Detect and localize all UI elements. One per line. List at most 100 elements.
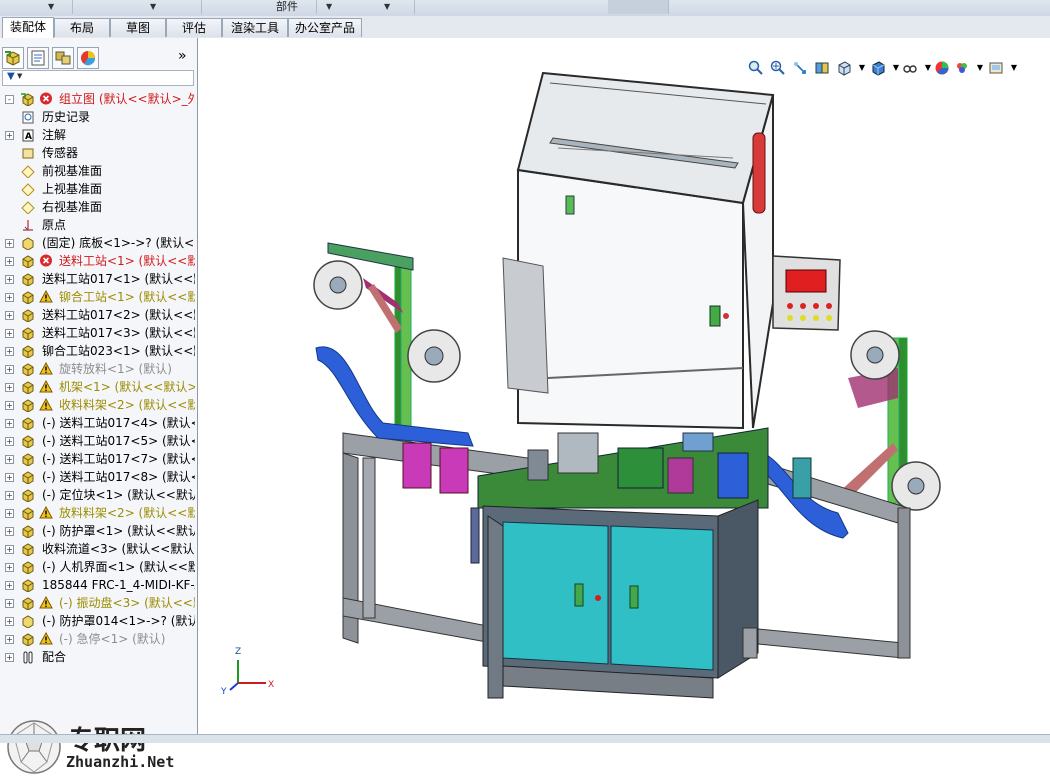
tree-expand-toggle[interactable]: + bbox=[5, 401, 14, 410]
watermark-url: Zhuanzhi.Net bbox=[66, 753, 175, 771]
tab-layout[interactable]: 布局 bbox=[54, 18, 110, 37]
tree-item[interactable]: + 送料工站017<3> (默认<<默 bbox=[0, 324, 195, 342]
tree-item[interactable]: + (-) 防护罩014<1>->? (默认 bbox=[0, 612, 195, 630]
tree-item[interactable]: + (固定) 底板<1>->? (默认<< bbox=[0, 234, 195, 252]
feature-manager-tab[interactable] bbox=[2, 47, 24, 69]
tree-expand-toggle[interactable]: + bbox=[5, 293, 14, 302]
tree-expand-toggle[interactable]: + bbox=[5, 545, 14, 554]
tree-item-label: 铆合工站<1> (默认<<默认 bbox=[59, 290, 195, 304]
tree-item[interactable]: + (-) 送料工站017<5> (默认< bbox=[0, 432, 195, 450]
tree-item[interactable]: + 送料工站017<1> (默认<<默 bbox=[0, 270, 195, 288]
left-reel-stand[interactable] bbox=[313, 242, 461, 444]
tree-item[interactable]: 上视基准面 bbox=[0, 180, 195, 198]
tree-item[interactable]: + (-) 定位块<1> (默认<<默认 bbox=[0, 486, 195, 504]
tree-item[interactable]: 原点 bbox=[0, 216, 195, 234]
tree-item[interactable]: + (-) 人机界面<1> (默认<<默 bbox=[0, 558, 195, 576]
tree-item[interactable]: + 放料料架<2> (默认<<默认 bbox=[0, 504, 195, 522]
tree-item-label: (-) 防护罩014<1>->? (默认 bbox=[42, 614, 195, 628]
tree-item[interactable]: + (-) 送料工站017<8> (默认< bbox=[0, 468, 195, 486]
toolbar-segment[interactable] bbox=[61, 0, 202, 14]
tree-expand-toggle[interactable]: + bbox=[5, 473, 14, 482]
zhuanzhi-watermark: 专职网 Zhuanzhi.Net bbox=[4, 718, 194, 776]
tree-item[interactable]: + 收料料架<2> (默认<<默认 bbox=[0, 396, 195, 414]
tree-item[interactable]: + 机架<1> (默认<<默认>_ bbox=[0, 378, 195, 396]
tree-expand-toggle[interactable]: + bbox=[5, 527, 14, 536]
toolbar-segment-selected[interactable] bbox=[608, 0, 669, 14]
right-reel-stand[interactable] bbox=[838, 330, 941, 511]
tree-item[interactable]: + (-) 急停<1> (默认) bbox=[0, 630, 195, 648]
display-manager-icon bbox=[81, 51, 96, 66]
tree-item[interactable]: + (-) 振动盘<3> (默认<<默 bbox=[0, 594, 195, 612]
graphics-viewport[interactable]: ▼ ▼ ▼ ▼ ▼ Z X Y bbox=[198, 38, 1050, 742]
tree-item[interactable]: 历史记录 bbox=[0, 108, 195, 126]
tree-item[interactable]: 传感器 bbox=[0, 144, 195, 162]
tree-item[interactable]: + 铆合工站<1> (默认<<默认 bbox=[0, 288, 195, 306]
mates-icon bbox=[23, 651, 33, 664]
tree-expand-toggle[interactable]: + bbox=[5, 599, 14, 608]
expand-panel-button[interactable]: » bbox=[178, 48, 187, 64]
chevron-down-icon[interactable]: ▼ bbox=[384, 2, 390, 11]
tree-expand-toggle[interactable]: + bbox=[5, 275, 14, 284]
tab-sketch[interactable]: 草图 bbox=[110, 18, 166, 37]
chevron-down-icon[interactable]: ▼ bbox=[150, 2, 156, 11]
assembly-model-render[interactable]: Z X Y bbox=[198, 38, 1050, 742]
tree-expand-toggle[interactable]: + bbox=[5, 437, 14, 446]
toolbar-segment[interactable] bbox=[412, 0, 615, 14]
tree-expand-toggle[interactable]: + bbox=[5, 455, 14, 464]
chevron-down-icon[interactable]: ▼ bbox=[48, 2, 54, 11]
tree-item[interactable]: 前视基准面 bbox=[0, 162, 195, 180]
display-manager-tab[interactable] bbox=[77, 47, 99, 69]
tree-item[interactable]: +185844 FRC-1_4-MIDI-KF-A bbox=[0, 576, 195, 594]
config-manager-icon bbox=[55, 51, 71, 65]
tree-item[interactable]: + (-) 送料工站017<7> (默认< bbox=[0, 450, 195, 468]
tree-expand-toggle[interactable]: + bbox=[5, 491, 14, 500]
tree-item[interactable]: + 收料流道<3> (默认<<默认> bbox=[0, 540, 195, 558]
tree-item-label: 传感器 bbox=[42, 146, 79, 160]
tree-expand-toggle[interactable]: + bbox=[5, 383, 14, 392]
tree-item[interactable]: + A 注解 bbox=[0, 126, 195, 144]
tree-expand-toggle[interactable]: + bbox=[5, 653, 14, 662]
tree-item[interactable]: + 配合 bbox=[0, 648, 195, 666]
tree-expand-toggle[interactable]: + bbox=[5, 257, 14, 266]
tree-item-label: 历史记录 bbox=[42, 110, 91, 124]
tree-expand-toggle[interactable]: + bbox=[5, 419, 14, 428]
error-icon bbox=[40, 92, 52, 105]
tree-expand-toggle[interactable]: + bbox=[5, 131, 14, 140]
tree-item[interactable]: + 旋转放料<1> (默认) bbox=[0, 360, 195, 378]
tree-expand-toggle[interactable]: + bbox=[5, 635, 14, 644]
tree-item[interactable]: - 组立图 (默认<<默认>_外观 bbox=[0, 90, 195, 108]
tree-item-label: (-) 送料工站017<5> (默认< bbox=[42, 434, 195, 448]
tree-expand-toggle[interactable]: + bbox=[5, 617, 14, 626]
tree-item[interactable]: + 送料工站017<2> (默认<<默 bbox=[0, 306, 195, 324]
tree-expand-toggle[interactable]: + bbox=[5, 311, 14, 320]
tree-item[interactable]: + 送料工站<1> (默认<<默认 bbox=[0, 252, 195, 270]
tree-expand-toggle[interactable]: + bbox=[5, 239, 14, 248]
tab-evaluate[interactable]: 评估 bbox=[166, 18, 222, 37]
hmi-control-panel[interactable] bbox=[772, 255, 841, 331]
tree-expand-toggle[interactable]: + bbox=[5, 509, 14, 518]
subassembly-icon bbox=[22, 327, 34, 340]
tree-expand-toggle[interactable]: + bbox=[5, 347, 14, 356]
tree-filter-field[interactable]: ▼ ▼ bbox=[2, 70, 194, 86]
config-manager-tab[interactable] bbox=[52, 47, 74, 69]
tree-item[interactable]: + (-) 送料工站017<4> (默认< bbox=[0, 414, 195, 432]
property-manager-tab[interactable] bbox=[27, 47, 49, 69]
tree-expand-toggle[interactable]: + bbox=[5, 581, 14, 590]
tree-expand-toggle[interactable]: + bbox=[5, 563, 14, 572]
tree-item[interactable]: + (-) 防护罩<1> (默认<<默认 bbox=[0, 522, 195, 540]
tree-item[interactable]: 右视基准面 bbox=[0, 198, 195, 216]
tree-expand-toggle[interactable]: + bbox=[5, 329, 14, 338]
filter-dropdown-icon[interactable]: ▼ bbox=[17, 72, 22, 80]
safety-guard-enclosure[interactable] bbox=[502, 71, 775, 430]
tree-expand-toggle[interactable]: - bbox=[5, 95, 14, 104]
tab-office-products[interactable]: 办公室产品 bbox=[288, 18, 362, 37]
tab-assembly[interactable]: 装配体 bbox=[2, 17, 54, 38]
subassembly-icon bbox=[22, 525, 34, 538]
tree-item-label: (-) 送料工站017<7> (默认< bbox=[42, 452, 195, 466]
toolbar-segment[interactable] bbox=[312, 0, 415, 14]
tree-expand-toggle[interactable]: + bbox=[5, 365, 14, 374]
tree-item-label: 送料工站017<2> (默认<<默 bbox=[42, 308, 195, 322]
tab-render-tools[interactable]: 渲染工具 bbox=[222, 18, 288, 37]
tree-item-label: 放料料架<2> (默认<<默认 bbox=[59, 506, 195, 520]
tree-item[interactable]: + 铆合工站023<1> (默认<<默 bbox=[0, 342, 195, 360]
